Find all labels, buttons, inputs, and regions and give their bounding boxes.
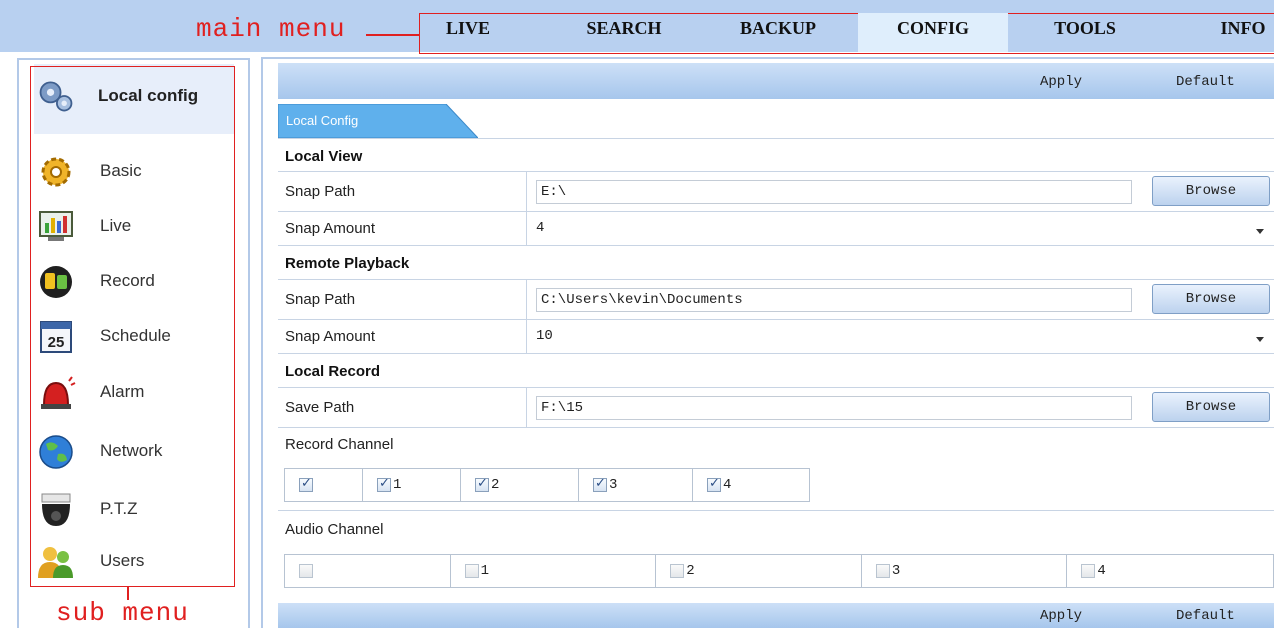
row-snap-path: Snap Path E:\ Browse [278,172,1274,212]
tab-local-config[interactable]: Local Config [278,104,478,138]
audio-channel-4[interactable]: 4 [1067,555,1273,587]
checkbox[interactable] [377,476,391,492]
checkbox[interactable] [875,564,890,578]
section-remote-playback: Remote Playback [278,246,1274,280]
bottom-action-bar: Apply Default [278,603,1274,628]
snap-amount-label: Snap Amount [285,220,376,237]
row-remote-snap-path: Snap Path C:\Users\kevin\Documents Brows… [278,280,1274,320]
row-record-channel-label: Record Channel [278,428,1274,462]
apply-button[interactable]: Apply [1040,74,1082,90]
chevron-down-icon[interactable] [1256,337,1264,342]
column-divider [526,280,527,320]
browse-button[interactable]: Browse [1152,176,1270,206]
section-local-record: Local Record [278,354,1274,388]
remote-snap-path-input[interactable]: C:\Users\kevin\Documents [536,288,1132,312]
browse-button[interactable]: Browse [1152,392,1270,422]
top-action-bar: Apply Default [278,63,1274,99]
snap-path-label: Snap Path [285,183,356,200]
menu-tools[interactable]: TOOLS [1040,13,1130,52]
menu-backup[interactable]: BACKUP [730,13,826,52]
checkbox[interactable] [464,564,479,578]
row-snap-amount: Snap Amount 4 [278,212,1274,246]
annotation-line [366,34,420,36]
checkbox[interactable] [707,476,721,492]
save-path-input[interactable]: F:\15 [536,396,1132,420]
browse-button[interactable]: Browse [1152,284,1270,314]
checkbox[interactable] [1081,564,1096,578]
record-channel-1[interactable]: 1 [363,469,461,501]
snap-path-input[interactable]: E:\ [536,180,1132,204]
record-channel-label: Record Channel [285,436,394,453]
snap-amount-select[interactable]: 4 [536,220,1270,236]
section-local-view: Local View [278,138,1274,172]
row-save-path: Save Path F:\15 Browse [278,388,1274,428]
column-divider [526,388,527,428]
checkbox[interactable] [299,564,313,578]
menu-info[interactable]: INFO [1198,13,1274,52]
menu-config[interactable]: CONFIG [858,13,1008,52]
column-divider [526,212,527,246]
main-menu-annotation: main menu [196,14,346,44]
main-menu-highlight [419,13,1274,54]
chevron-down-icon[interactable] [1256,229,1264,234]
snap-amount-label: Snap Amount [285,328,376,345]
section-title: Remote Playback [285,255,410,272]
snap-path-label: Snap Path [285,291,356,308]
menu-search[interactable]: SEARCH [566,13,682,52]
row-audio-channel-label: Audio Channel [278,510,1274,546]
section-title: Local View [285,148,363,165]
apply-button[interactable]: Apply [1040,608,1082,624]
row-remote-snap-amount: Snap Amount 10 [278,320,1274,354]
audio-channel-label: Audio Channel [285,521,384,538]
record-channel-3[interactable]: 3 [579,469,693,501]
checkbox[interactable] [299,476,313,492]
snap-amount-value: 4 [536,220,545,236]
default-button[interactable]: Default [1176,608,1235,624]
menu-live[interactable]: LIVE [420,13,516,52]
audio-channel-checkboxes: 1 2 3 4 [284,554,1274,588]
save-path-label: Save Path [285,399,355,416]
record-channel-2[interactable]: 2 [461,469,579,501]
column-divider [526,172,527,212]
record-channel-all[interactable] [285,469,363,501]
sub-menu-highlight [30,66,235,587]
checkbox[interactable] [475,476,489,492]
remote-snap-amount-select[interactable]: 10 [536,328,1270,344]
record-channel-checkboxes: 1 2 3 4 [284,468,810,502]
audio-channel-3[interactable]: 3 [862,555,1068,587]
checkbox[interactable] [593,476,607,492]
snap-amount-value: 10 [536,328,553,344]
audio-channel-2[interactable]: 2 [656,555,862,587]
sub-menu-annotation: sub menu [56,598,189,628]
column-divider [526,320,527,354]
audio-channel-1[interactable]: 1 [451,555,657,587]
tab-label: Local Config [286,113,359,128]
default-button[interactable]: Default [1176,74,1235,90]
record-channel-4[interactable]: 4 [693,469,809,501]
audio-channel-all[interactable] [285,555,451,587]
section-title: Local Record [285,363,381,380]
checkbox[interactable] [670,564,685,578]
